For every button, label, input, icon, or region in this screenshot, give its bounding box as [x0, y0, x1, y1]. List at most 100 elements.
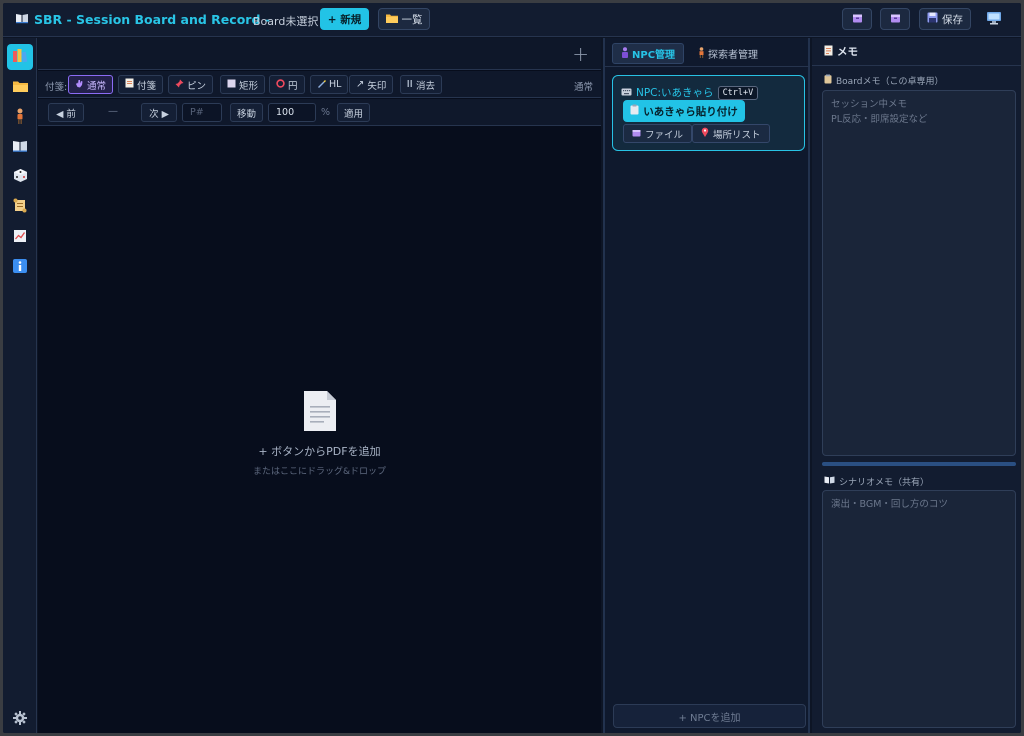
npc-import-card: NPC:いあきゃら Ctrl+V いあきゃら貼り付け ファイル 場所リスト: [612, 75, 805, 151]
board-memo-textarea[interactable]: セッション中メモ PL反応・即席設定など: [822, 90, 1016, 456]
sidebar: [3, 38, 37, 733]
scenario-memo-label: シナリオメモ（共有）: [824, 475, 929, 488]
page-navigation: ◀ 前 — 次 ▶ P# 移動 100 % 適用: [38, 99, 601, 126]
tool-highlight[interactable]: HL: [310, 75, 349, 94]
clipboard-icon: [630, 104, 639, 118]
package-icon: [890, 12, 901, 26]
scenario-memo-label-text: シナリオメモ（共有）: [839, 478, 930, 488]
folder-icon: [385, 13, 398, 26]
monitor-icon[interactable]: [986, 11, 1002, 29]
place-list-button[interactable]: 場所リスト: [692, 124, 770, 143]
import-file-button[interactable]: ファイル: [623, 124, 693, 143]
sidebar-item-chart[interactable]: [7, 224, 33, 250]
tool-erase-label: 消去: [416, 80, 436, 92]
pdf-dropzone[interactable]: + ボタンからPDFを追加 またはここにドラッグ&ドロップ: [38, 390, 601, 477]
tool-rect[interactable]: 矩形: [220, 75, 266, 94]
paste-label: いあきゃら貼り付け: [643, 105, 738, 118]
add-pdf-button[interactable]: +: [572, 42, 589, 66]
export-button[interactable]: [842, 8, 872, 30]
book-icon: [15, 12, 29, 27]
sidebar-item-books[interactable]: [7, 44, 33, 70]
memo-icon: [125, 78, 134, 91]
square-icon: [227, 79, 236, 91]
tool-highlight-label: HL: [329, 79, 342, 90]
tool-sticky[interactable]: 付箋: [118, 75, 164, 94]
floppy-icon: [927, 12, 938, 26]
pdf-tab-bar: +: [38, 38, 601, 70]
memo-header: メモ: [812, 38, 1021, 66]
new-board-button[interactable]: + 新規: [320, 8, 369, 30]
folder-icon: [12, 80, 28, 95]
circle-icon: [276, 78, 285, 91]
arrow-icon: ↗: [356, 79, 365, 90]
zoom-input[interactable]: 100: [268, 103, 316, 122]
scroll-icon: [13, 198, 27, 216]
settings-button[interactable]: [7, 706, 33, 732]
npc-panel: NPC管理 探索者管理 NPC:いあきゃら Ctrl+V いあきゃら貼り付け フ…: [603, 38, 810, 733]
page-number-input[interactable]: P#: [182, 103, 222, 122]
tool-pin-label: ピン: [187, 80, 207, 92]
tool-pin[interactable]: ピン: [168, 75, 214, 94]
keyboard-icon: [621, 87, 632, 99]
board-list-label: 一覧: [401, 13, 423, 26]
info-icon: [13, 258, 27, 276]
app-title: SBR - Session Board and Record -: [15, 12, 270, 27]
tab-npc-label: NPC管理: [632, 50, 676, 61]
board-list-button[interactable]: 一覧: [378, 8, 430, 30]
location-pin-icon: [701, 127, 709, 140]
add-npc-button[interactable]: + NPCを追加: [613, 704, 806, 728]
person-icon: [15, 108, 25, 127]
chart-icon: [13, 229, 27, 246]
memo-resize-handle[interactable]: [822, 462, 1016, 466]
prev-page-button[interactable]: ◀ 前: [48, 103, 84, 122]
tool-arrow-label: 矢印: [367, 80, 387, 92]
sidebar-item-info[interactable]: [7, 254, 33, 280]
package-icon: [852, 12, 863, 26]
sidebar-item-scroll[interactable]: [7, 194, 33, 220]
npc-card-title: NPC:いあきゃら: [636, 87, 714, 99]
eraser-icon: [407, 79, 413, 91]
person-icon: [621, 46, 629, 61]
gear-icon: [13, 710, 27, 728]
go-to-page-button[interactable]: 移動: [230, 103, 263, 122]
next-page-button[interactable]: 次 ▶: [141, 103, 177, 122]
sidebar-item-person[interactable]: [7, 104, 33, 130]
apply-zoom-button[interactable]: 適用: [337, 103, 370, 122]
open-book-icon: [824, 476, 835, 487]
memo-icon: [824, 45, 833, 59]
tool-arrow[interactable]: ↗ 矢印: [349, 75, 394, 94]
save-button[interactable]: 保存: [919, 8, 971, 30]
shortcut-badge: Ctrl+V: [717, 85, 759, 100]
sidebar-item-dice[interactable]: [7, 164, 33, 190]
tab-npc[interactable]: NPC管理: [612, 43, 685, 64]
dropzone-message: + ボタンからPDFを追加: [258, 445, 381, 458]
toolbar-label: 付箋:: [45, 82, 68, 93]
file-label: ファイル: [645, 129, 684, 141]
board-status: Board未選択: [253, 15, 319, 28]
tool-normal[interactable]: 通常: [68, 75, 114, 94]
app-header: SBR - Session Board and Record - Board未選…: [3, 3, 1021, 37]
save-label: 保存: [942, 13, 963, 26]
sidebar-item-folder[interactable]: [7, 74, 33, 100]
scenario-memo-textarea[interactable]: 演出・BGM・回し方のコツ: [822, 490, 1016, 728]
tool-mode-indicator: 通常: [573, 82, 593, 93]
memo-panel: メモ Boardメモ（この卓専用） セッション中メモ PL反応・即席設定など シ…: [812, 38, 1021, 733]
dropzone-hint: またはここにドラッグ&ドロップ: [252, 467, 387, 477]
tab-investigators[interactable]: 探索者管理: [690, 43, 766, 64]
npc-tab-bar: NPC管理 探索者管理: [605, 38, 810, 67]
dice-icon: [13, 168, 28, 186]
memo-title: メモ: [837, 46, 858, 58]
import-button[interactable]: [880, 8, 910, 30]
highlighter-icon: [317, 79, 326, 91]
tool-rect-label: 矩形: [239, 80, 259, 92]
document-icon: [303, 390, 337, 435]
paste-character-button[interactable]: いあきゃら貼り付け: [623, 100, 745, 122]
sidebar-item-book[interactable]: [7, 134, 33, 160]
board-memo-label-text: Boardメモ（この卓専用）: [836, 77, 944, 87]
tool-erase[interactable]: 消去: [400, 75, 443, 94]
annotation-toolbar: 付箋: 通常 付箋 ピン 矩形 円 HL ↗ 矢印 消去 通常: [38, 71, 601, 98]
place-label: 場所リスト: [713, 129, 761, 141]
package-icon: [632, 128, 641, 140]
tool-circle[interactable]: 円: [269, 75, 305, 94]
pdf-viewer: + 付箋: 通常 付箋 ピン 矩形 円 HL ↗ 矢印 消去 通常 ◀ 前 — …: [38, 38, 601, 733]
